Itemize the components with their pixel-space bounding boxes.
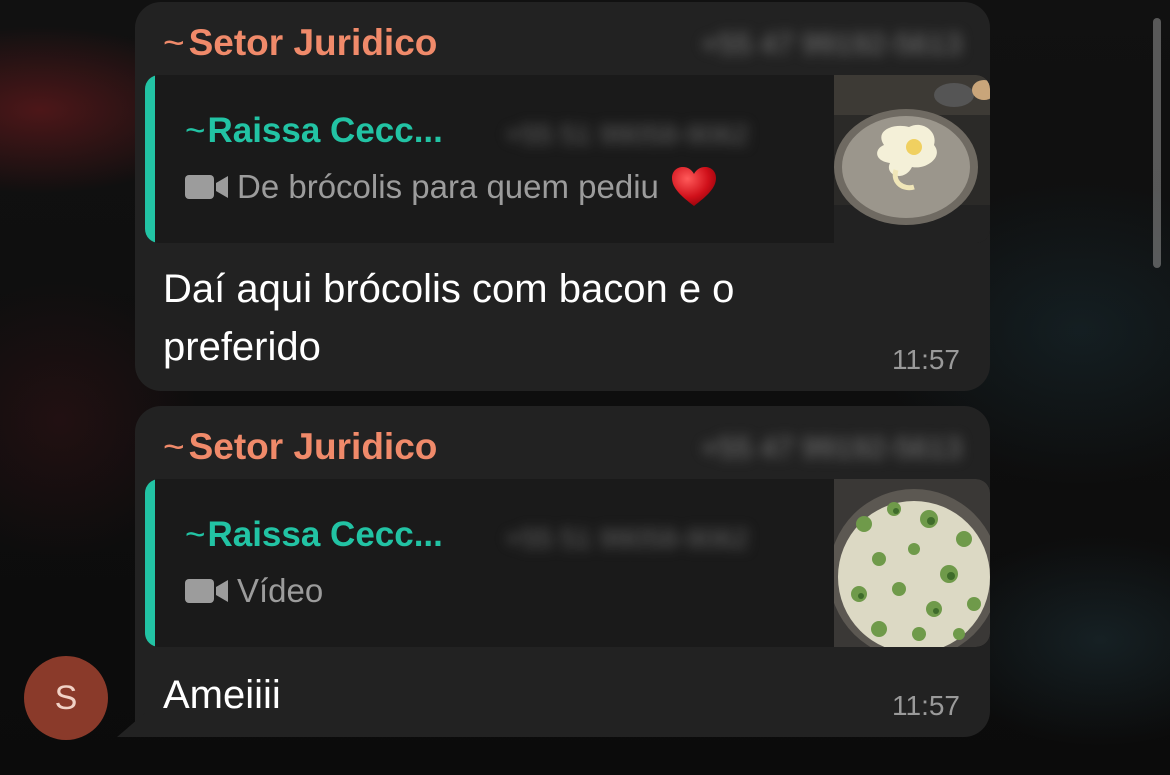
quote-accent-bar: [145, 479, 155, 647]
quoted-sender-name: ~Raissa Cecc...: [185, 515, 443, 554]
message-text: Daí aqui brócolis com bacon e o preferid…: [163, 267, 735, 369]
video-icon: [185, 579, 228, 603]
quoted-sender-name: ~Raissa Cecc...: [185, 111, 443, 150]
thumbnail-image: [834, 479, 990, 647]
sender-phone-redacted: +55 47 99192-5613: [700, 432, 962, 465]
sender-phone-redacted: +55 47 99192-5613: [700, 28, 962, 61]
quoted-sender-phone-redacted: +55 51 99058-9062: [505, 523, 749, 554]
quote-accent-bar: [145, 75, 155, 243]
quoted-caption: De brócolis para quem pediu: [237, 168, 659, 205]
video-icon: [185, 175, 228, 199]
scroll-indicator[interactable]: [1153, 18, 1161, 268]
message-text: Ameiiii: [163, 673, 281, 717]
quoted-reply[interactable]: ~Raissa Cecc... +55 51 99058-9062 Vídeo: [145, 479, 990, 647]
quoted-caption: Vídeo: [237, 572, 324, 609]
sender-name[interactable]: ~ Setor Juridico: [163, 22, 437, 63]
message-bubble[interactable]: ~ Setor Juridico +55 47 99192-5613 ~Raiss…: [117, 406, 990, 737]
thumbnail-image: [834, 75, 990, 243]
message-bubble[interactable]: ~ Setor Juridico +55 47 99192-5613 ~Raiss…: [135, 2, 990, 391]
message-time: 11:57: [892, 690, 960, 721]
sender-name[interactable]: ~ Setor Juridico: [163, 426, 437, 467]
sender-row: ~ Setor Juridico +55 47 99192-5613: [163, 22, 962, 63]
broccoli-dish-thumbnail[interactable]: [834, 479, 990, 647]
message-time: 11:57: [892, 344, 960, 375]
quoted-caption-row: De brócolis para quem pediu: [185, 167, 717, 207]
quoted-sender-phone-redacted: +55 51 99058-9062: [505, 119, 749, 150]
pan-with-cheese-thumbnail[interactable]: [834, 75, 990, 243]
quoted-caption-row: Vídeo: [185, 571, 323, 611]
sender-row: ~ Setor Juridico +55 47 99192-5613: [163, 426, 962, 467]
heart-icon: [671, 167, 716, 206]
quoted-reply[interactable]: ~Raissa Cecc... +55 51 99058-9062 De bró…: [145, 75, 990, 243]
avatar[interactable]: S: [24, 656, 108, 740]
